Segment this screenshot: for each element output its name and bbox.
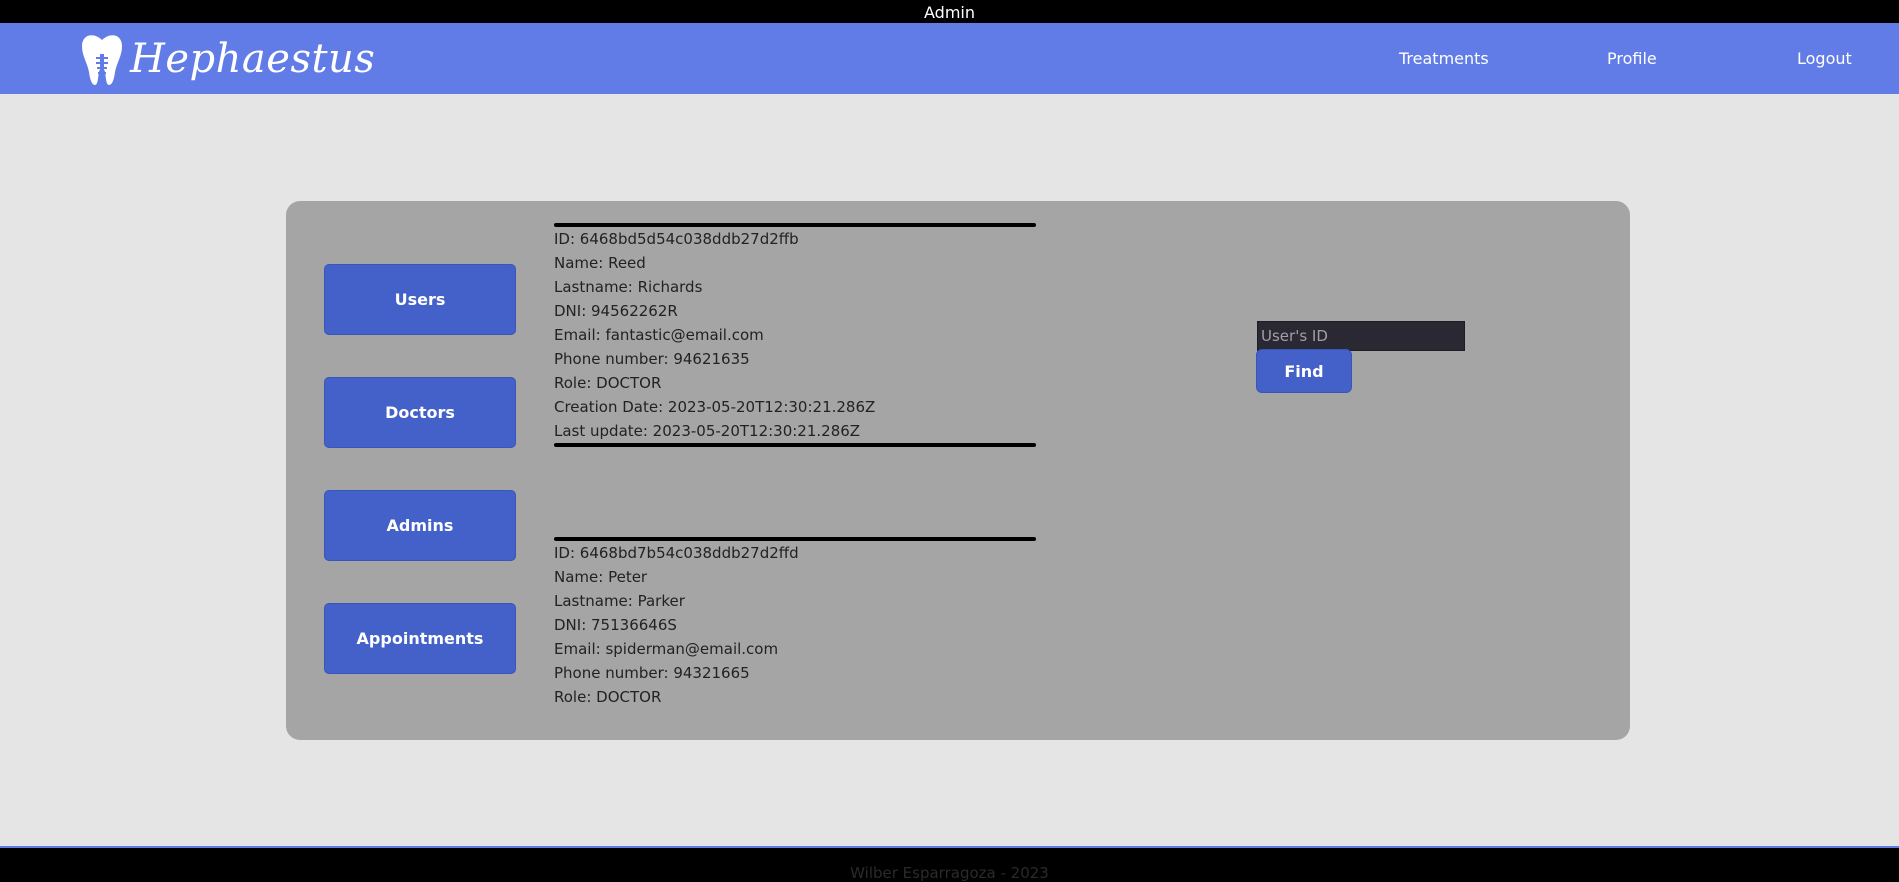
user-id: ID: 6468bd5d54c038ddb27d2ffb: [554, 230, 799, 248]
brand-name: Hephaestus: [130, 36, 376, 82]
user-role: Role: DOCTOR: [554, 688, 662, 706]
user-last-update: Last update: 2023-05-20T12:30:21.286Z: [554, 422, 861, 440]
user-id: ID: 6468bd7b54c038ddb27d2ffd: [554, 544, 799, 562]
user-lastname: Lastname: Parker: [554, 592, 685, 610]
user-phone: Phone number: 94621635: [554, 350, 750, 368]
user-lastname: Lastname: Richards: [554, 278, 703, 296]
user-card: ID: 6468bd7b54c038ddb27d2ffd Name: Peter…: [554, 537, 1036, 709]
users-button[interactable]: Users: [324, 264, 516, 335]
top-role-bar: Admin: [0, 0, 1899, 23]
doctors-button[interactable]: Doctors: [324, 377, 516, 448]
admin-panel: Users Doctors Admins Appointments ID: 64…: [286, 201, 1630, 740]
footer: Wilber Esparragoza - 2023: [0, 846, 1899, 882]
user-name: Name: Reed: [554, 254, 646, 272]
user-name: Name: Peter: [554, 568, 648, 586]
card-divider: [554, 443, 1036, 447]
user-dni: DNI: 94562262R: [554, 302, 678, 320]
footer-credit: Wilber Esparragoza - 2023: [850, 864, 1049, 882]
user-dni: DNI: 75136646S: [554, 616, 677, 634]
find-button[interactable]: Find: [1256, 349, 1352, 393]
user-creation-date: Creation Date: 2023-05-20T12:30:21.286Z: [554, 398, 876, 416]
user-role: Role: DOCTOR: [554, 374, 662, 392]
navbar: Hephaestus Treatments Profile Logout: [0, 23, 1899, 94]
user-card: ID: 6468bd5d54c038ddb27d2ffb Name: Reed …: [554, 223, 1036, 447]
admins-button[interactable]: Admins: [324, 490, 516, 561]
user-phone: Phone number: 94321665: [554, 664, 750, 682]
nav-treatments-link[interactable]: Treatments: [1399, 23, 1489, 94]
user-email: Email: fantastic@email.com: [554, 326, 764, 344]
user-email: Email: spiderman@email.com: [554, 640, 779, 658]
appointments-button[interactable]: Appointments: [324, 603, 516, 674]
role-label: Admin: [924, 3, 975, 22]
user-id-search-input[interactable]: [1257, 321, 1465, 351]
nav-logout-link[interactable]: Logout: [1797, 23, 1852, 94]
brand-logo[interactable]: Hephaestus: [80, 31, 375, 87]
tooth-icon: [82, 35, 122, 85]
nav-profile-link[interactable]: Profile: [1607, 23, 1657, 94]
